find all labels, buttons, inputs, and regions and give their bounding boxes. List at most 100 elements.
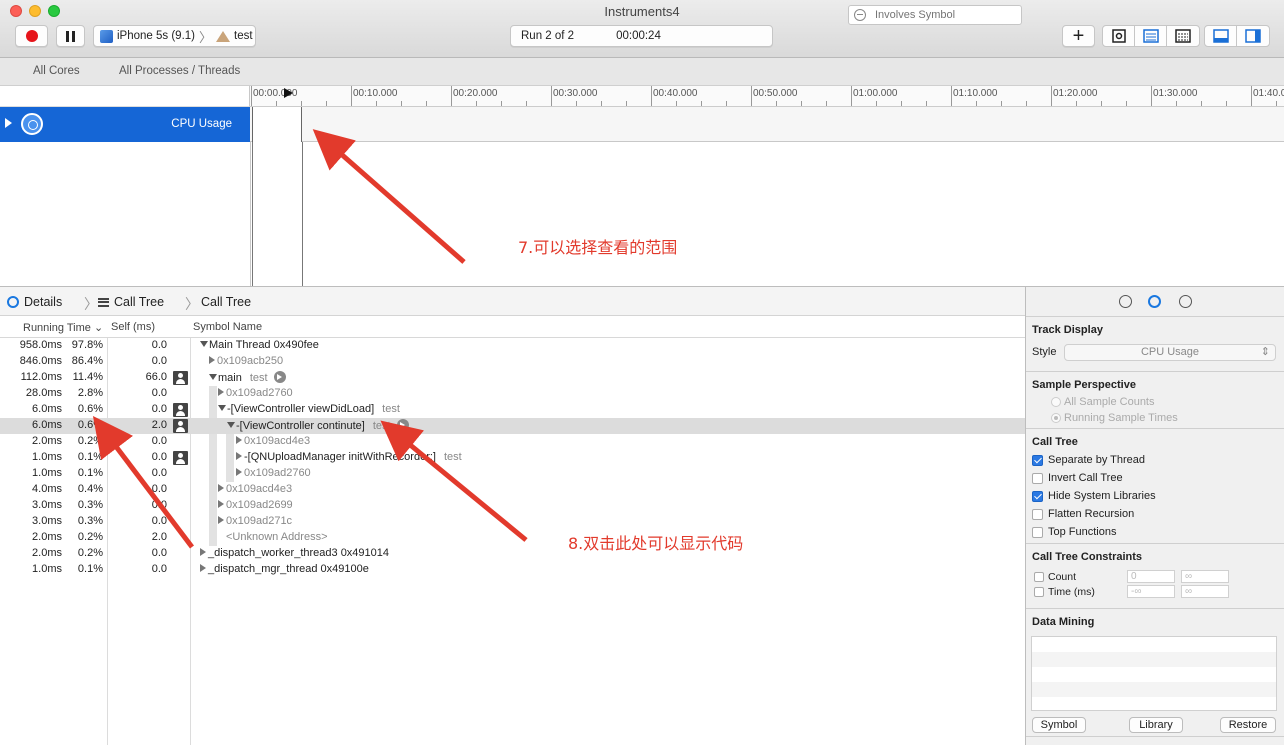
symbol-cell[interactable]: main test [209, 371, 286, 384]
disclosure-closed-icon[interactable] [218, 484, 224, 492]
table-row[interactable]: 4.0ms 0.4% 0.0 0x109acd4e3 [0, 482, 1025, 498]
disclosure-closed-icon[interactable] [200, 548, 206, 556]
disclosure-closed-icon[interactable] [218, 388, 224, 396]
time-max-field[interactable]: ∞ [1181, 585, 1229, 598]
symbol-button[interactable]: Symbol [1032, 717, 1086, 733]
self-column-header[interactable]: Self (ms) [111, 321, 155, 333]
symbol-cell[interactable]: 0x109acd4e3 [218, 483, 292, 495]
symbol-cell[interactable]: 0x109acd4e3 [236, 435, 310, 447]
symbol-name-column-header[interactable]: Symbol Name [193, 321, 262, 333]
breadcrumb-details[interactable]: Details [7, 295, 62, 309]
symbol-cell[interactable]: _dispatch_mgr_thread 0x49100e [200, 563, 369, 575]
all-sample-counts-radio[interactable] [1051, 397, 1061, 407]
cpu-usage-graph[interactable] [250, 107, 1284, 142]
table-row[interactable]: 28.0ms 2.8% 0.0 0x109ad2760 [0, 386, 1025, 402]
time-selection-range[interactable] [252, 107, 302, 142]
library-button[interactable]: Library [1129, 717, 1183, 733]
call-tree-option-checkbox[interactable] [1032, 491, 1043, 502]
table-row[interactable]: 1.0ms 0.1% 0.0 -[QNUploadManager initWithRe… [0, 450, 1025, 466]
symbol-cell[interactable]: 0x109acb250 [209, 355, 283, 367]
disclosure-closed-icon[interactable] [236, 468, 242, 476]
target-device-selector[interactable]: iPhone 5s (9.1) 〉 test [93, 25, 256, 47]
record-settings-icon[interactable] [1119, 295, 1132, 308]
disclosure-closed-icon[interactable] [200, 564, 206, 572]
percentage-cell: 0.6% [77, 419, 103, 431]
disclosure-triangle-icon[interactable] [5, 118, 12, 128]
timeline-ruler[interactable]: 00:00.000 00:10.000 00:20.000 00:30.000 00:4… [250, 86, 1284, 107]
symbol-cell[interactable]: 0x109ad2760 [236, 467, 311, 479]
user-code-icon [173, 419, 188, 433]
count-min-field[interactable]: 0 [1127, 570, 1175, 583]
ruler-minor-tick [726, 101, 727, 106]
go-to-source-icon[interactable] [273, 371, 286, 383]
disclosure-closed-icon[interactable] [236, 436, 242, 444]
chevron-down-icon: ⌄ [93, 322, 104, 334]
count-max-field[interactable]: ∞ [1181, 570, 1229, 583]
table-row[interactable]: 2.0ms 0.2% 0.0 0x109acd4e3 [0, 434, 1025, 450]
symbol-cell[interactable]: -[QNUploadManager initWithRecorder:] test [236, 451, 462, 463]
playhead-icon[interactable] [284, 88, 293, 98]
table-row[interactable]: 846.0ms 86.4% 0.0 0x109acb250 [0, 354, 1025, 370]
all-cores-filter[interactable]: All Cores [33, 65, 80, 77]
symbol-cell[interactable]: 0x109ad2699 [218, 499, 293, 511]
table-row[interactable]: 2.0ms 0.2% 0.0 _dispatch_worker_thread3 0x4… [0, 546, 1025, 562]
disclosure-closed-icon[interactable] [218, 516, 224, 524]
symbol-cell[interactable]: 0x109ad271c [218, 515, 292, 527]
extended-detail-icon[interactable] [1179, 295, 1192, 308]
selection-start-line[interactable] [252, 142, 253, 286]
table-row[interactable]: 1.0ms 0.1% 0.0 _dispatch_mgr_thread 0x49100… [0, 562, 1025, 578]
symbol-cell[interactable]: <Unknown Address> [218, 531, 328, 543]
symbol-cell[interactable]: Main Thread 0x490fee [200, 339, 319, 351]
all-processes-filter[interactable]: All Processes / Threads [119, 65, 240, 77]
symbol-cell[interactable]: 0x109ad2760 [218, 387, 293, 399]
toggle-bottom-pane-button[interactable] [1205, 26, 1237, 46]
cpu-usage-track[interactable]: CPU Usage [0, 107, 250, 142]
running-time-column-header[interactable]: Running Time ⌄ [23, 321, 103, 334]
table-row[interactable]: 3.0ms 0.3% 0.0 0x109ad2699 [0, 498, 1025, 514]
table-row[interactable]: 6.0ms 0.6% 2.0 -[ViewController continute] t… [0, 418, 1025, 434]
symbol-cell[interactable]: -[ViewController continute] test [227, 419, 409, 432]
disclosure-open-icon[interactable] [200, 341, 208, 347]
time-constraint-checkbox[interactable] [1034, 587, 1044, 597]
disclosure-closed-icon[interactable] [236, 452, 242, 460]
gear-icon[interactable] [1148, 295, 1161, 308]
call-tree-option-label: Hide System Libraries [1048, 490, 1156, 502]
ruler-minor-tick [1101, 101, 1102, 106]
symbol-cell[interactable]: _dispatch_worker_thread3 0x491014 [200, 547, 389, 559]
data-mining-list[interactable] [1031, 636, 1277, 711]
pause-button[interactable] [56, 25, 85, 47]
call-tree-option-checkbox[interactable] [1032, 455, 1043, 466]
table-row[interactable]: 6.0ms 0.6% 0.0 -[ViewController viewDidLoad… [0, 402, 1025, 418]
disclosure-open-icon[interactable] [227, 422, 235, 428]
table-row[interactable]: 2.0ms 0.2% 2.0 <Unknown Address> [0, 530, 1025, 546]
record-button[interactable] [15, 25, 48, 47]
restore-button[interactable]: Restore [1220, 717, 1276, 733]
style-select[interactable]: CPU Usage ⇕ [1064, 344, 1276, 361]
time-min-field[interactable]: -∞ [1127, 585, 1175, 598]
breadcrumb-call-tree-view[interactable]: Call Tree [201, 295, 251, 309]
call-tree-option-checkbox[interactable] [1032, 509, 1043, 520]
table-row[interactable]: 958.0ms 97.8% 0.0 Main Thread 0x490fee [0, 338, 1025, 354]
selection-end-line[interactable] [302, 142, 303, 286]
disclosure-open-icon[interactable] [218, 405, 226, 411]
table-row[interactable]: 3.0ms 0.3% 0.0 0x109ad271c [0, 514, 1025, 530]
list-view-button[interactable] [1135, 26, 1167, 46]
count-constraint-checkbox[interactable] [1034, 572, 1044, 582]
call-tree-option-checkbox[interactable] [1032, 473, 1043, 484]
involves-symbol-search[interactable] [848, 5, 1022, 25]
running-sample-times-radio[interactable] [1051, 413, 1061, 423]
grid-view-button[interactable] [1167, 26, 1199, 46]
breadcrumb-call-tree[interactable]: Call Tree [98, 295, 164, 309]
add-instrument-button[interactable]: + [1062, 25, 1095, 47]
table-row[interactable]: 1.0ms 0.1% 0.0 0x109ad2760 [0, 466, 1025, 482]
symbol-cell[interactable]: -[ViewController viewDidLoad] test [218, 403, 400, 415]
toggle-right-pane-button[interactable] [1237, 26, 1269, 46]
disclosure-closed-icon[interactable] [209, 356, 215, 364]
call-tree-option-checkbox[interactable] [1032, 527, 1043, 538]
disclosure-closed-icon[interactable] [218, 500, 224, 508]
breadcrumb-call-tree-label: Call Tree [114, 295, 165, 309]
settings-view-button[interactable] [1103, 26, 1135, 46]
disclosure-open-icon[interactable] [209, 374, 217, 380]
go-to-source-icon[interactable] [396, 419, 409, 431]
table-row[interactable]: 112.0ms 11.4% 66.0 main test [0, 370, 1025, 386]
